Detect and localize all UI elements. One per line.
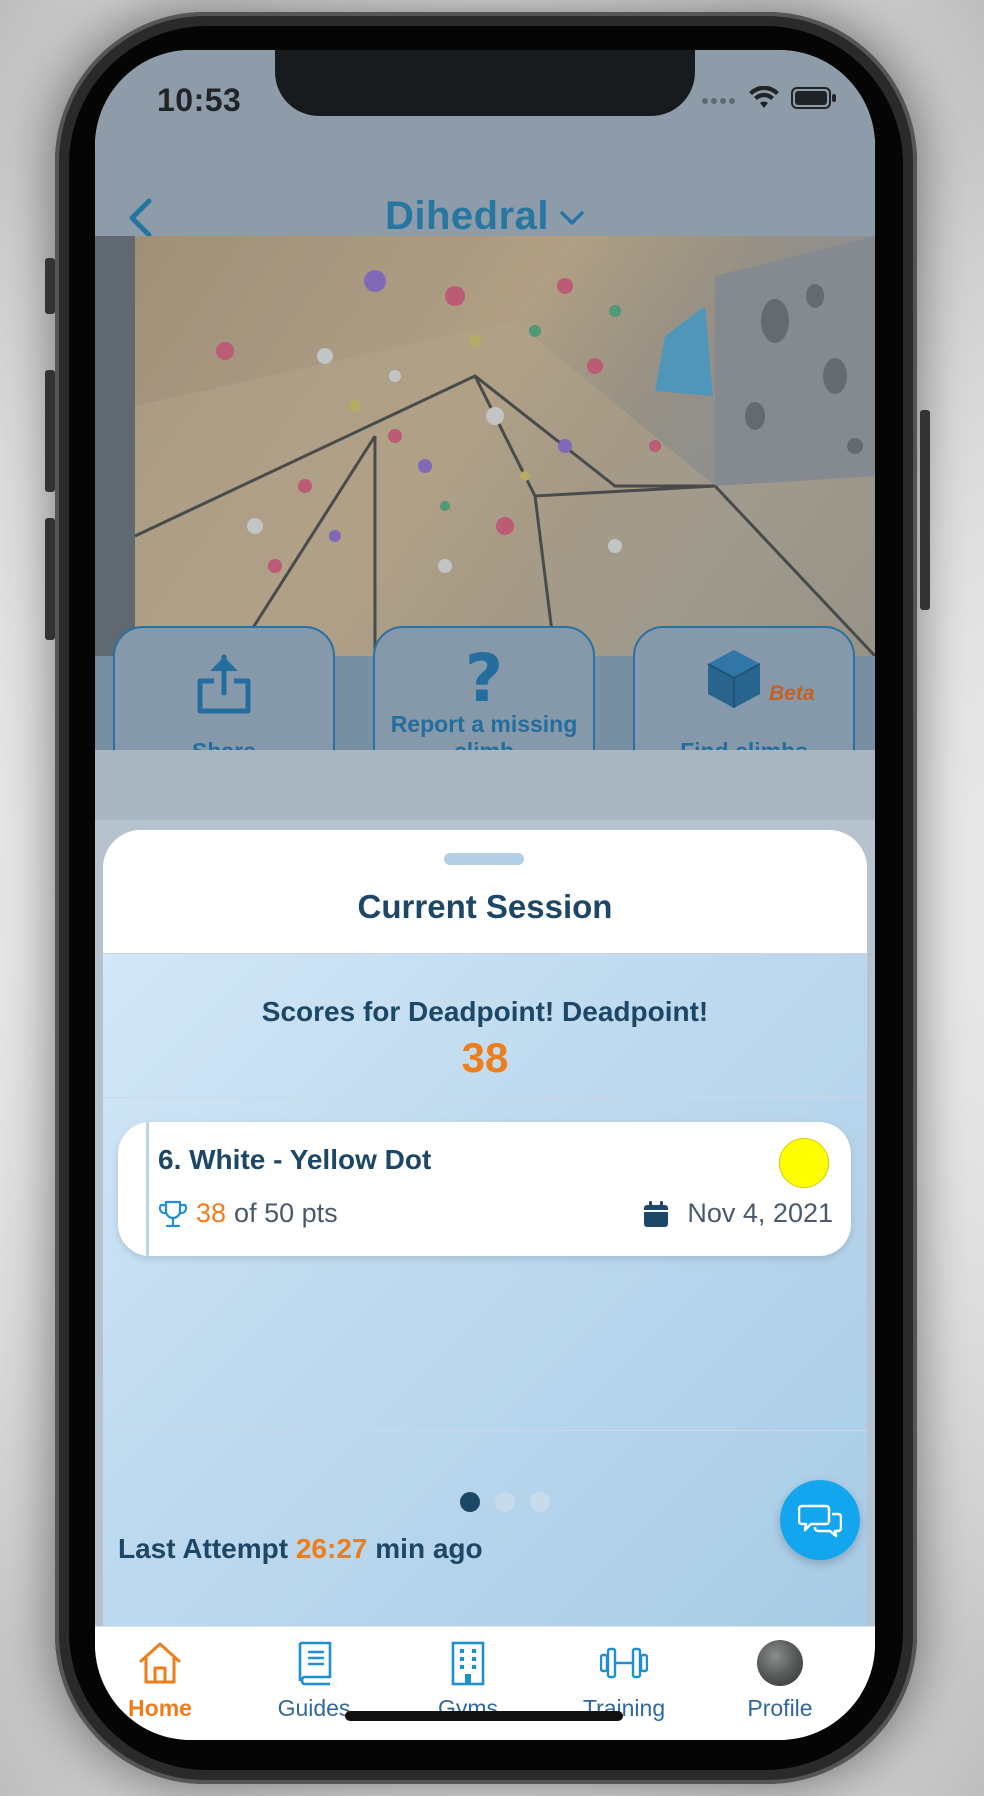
tab-profile-label: Profile — [747, 1695, 813, 1721]
app-screen: 10:53 Dihedral ? Report a missing Beta C… — [95, 50, 875, 1740]
climb-points-value: 38 — [196, 1198, 227, 1228]
power-button — [920, 410, 930, 610]
page-dot-1[interactable] — [460, 1492, 480, 1512]
climb-card-accent — [146, 1122, 149, 1256]
dumbbell-icon — [549, 1637, 699, 1689]
last-attempt-prefix: Last Attempt — [118, 1533, 289, 1564]
wall-photo-overlay — [95, 236, 875, 656]
page-indicator[interactable] — [103, 1492, 867, 1512]
tab-guides[interactable]: Guides — [239, 1637, 389, 1722]
book-icon — [239, 1637, 389, 1689]
tab-home-label: Home — [128, 1695, 192, 1721]
volume-up-button — [45, 370, 55, 492]
tab-gyms[interactable]: Gyms — [393, 1637, 543, 1722]
volume-down-button — [45, 518, 55, 640]
hold-color-dot — [779, 1138, 829, 1188]
tab-profile[interactable]: Profile — [705, 1637, 855, 1722]
tab-bar: Home Guides Gyms Training Profile — [95, 1626, 875, 1740]
tab-training[interactable]: Training — [549, 1637, 699, 1722]
tab-home[interactable]: Home — [95, 1637, 235, 1722]
signal-dots-icon — [701, 92, 737, 110]
page-title: Dihedral — [384, 194, 550, 238]
climb-name: 6. White - Yellow Dot — [158, 1144, 432, 1175]
home-indicator — [345, 1711, 623, 1721]
status-bar: 10:53 — [95, 50, 875, 150]
sheet-title: Current Session — [357, 888, 613, 925]
tab-profile-icon — [705, 1637, 855, 1689]
wifi-icon — [749, 85, 779, 115]
page-dot-2[interactable] — [495, 1492, 515, 1512]
wall-photo — [95, 236, 875, 656]
question-icon: ? — [464, 640, 504, 717]
avatar — [757, 1640, 803, 1686]
sheet-header: Current Session — [103, 830, 867, 954]
page-dot-3[interactable] — [530, 1492, 550, 1512]
cube-icon — [635, 644, 853, 714]
share-icon — [115, 650, 333, 720]
building-icon — [393, 1637, 543, 1689]
chevron-down-icon — [560, 211, 584, 226]
last-attempt-time: 26:27 — [295, 1533, 368, 1564]
mute-switch — [45, 258, 55, 314]
climb-points-suffix: of 50 pts — [234, 1198, 338, 1228]
beta-badge: Beta — [769, 682, 815, 705]
trophy-icon — [158, 1200, 188, 1227]
current-session-sheet: Current Session Scores for Deadpoint! De… — [103, 830, 867, 1626]
last-attempt: Last Attempt 26:27 min ago — [118, 1533, 483, 1565]
sheet-divider — [103, 1430, 867, 1431]
chat-button[interactable] — [780, 1480, 860, 1560]
battery-icon — [791, 86, 837, 115]
calendar-icon — [644, 1200, 669, 1227]
scores-label: Scores for Deadpoint! Deadpoint! — [261, 996, 709, 1027]
climb-date-text: Nov 4, 2021 — [687, 1198, 833, 1228]
notch — [275, 50, 695, 116]
drag-handle[interactable] — [444, 853, 524, 865]
last-attempt-suffix: min ago — [375, 1533, 483, 1564]
home-icon — [95, 1637, 235, 1689]
status-icons — [701, 85, 837, 115]
climb-points: 38 of 50 pts — [158, 1198, 338, 1229]
status-time: 10:53 — [157, 82, 242, 118]
scores-summary: Scores for Deadpoint! Deadpoint! 38 — [103, 954, 867, 1098]
gym-area-selector[interactable]: Dihedral — [95, 194, 875, 239]
climb-date: Nov 4, 2021 — [643, 1198, 833, 1229]
climb-card[interactable]: 6. White - Yellow Dot 38 of 50 pts Nov 4… — [118, 1122, 851, 1256]
score-value: 38 — [461, 1034, 509, 1081]
chat-bubbles-icon — [798, 1504, 842, 1538]
